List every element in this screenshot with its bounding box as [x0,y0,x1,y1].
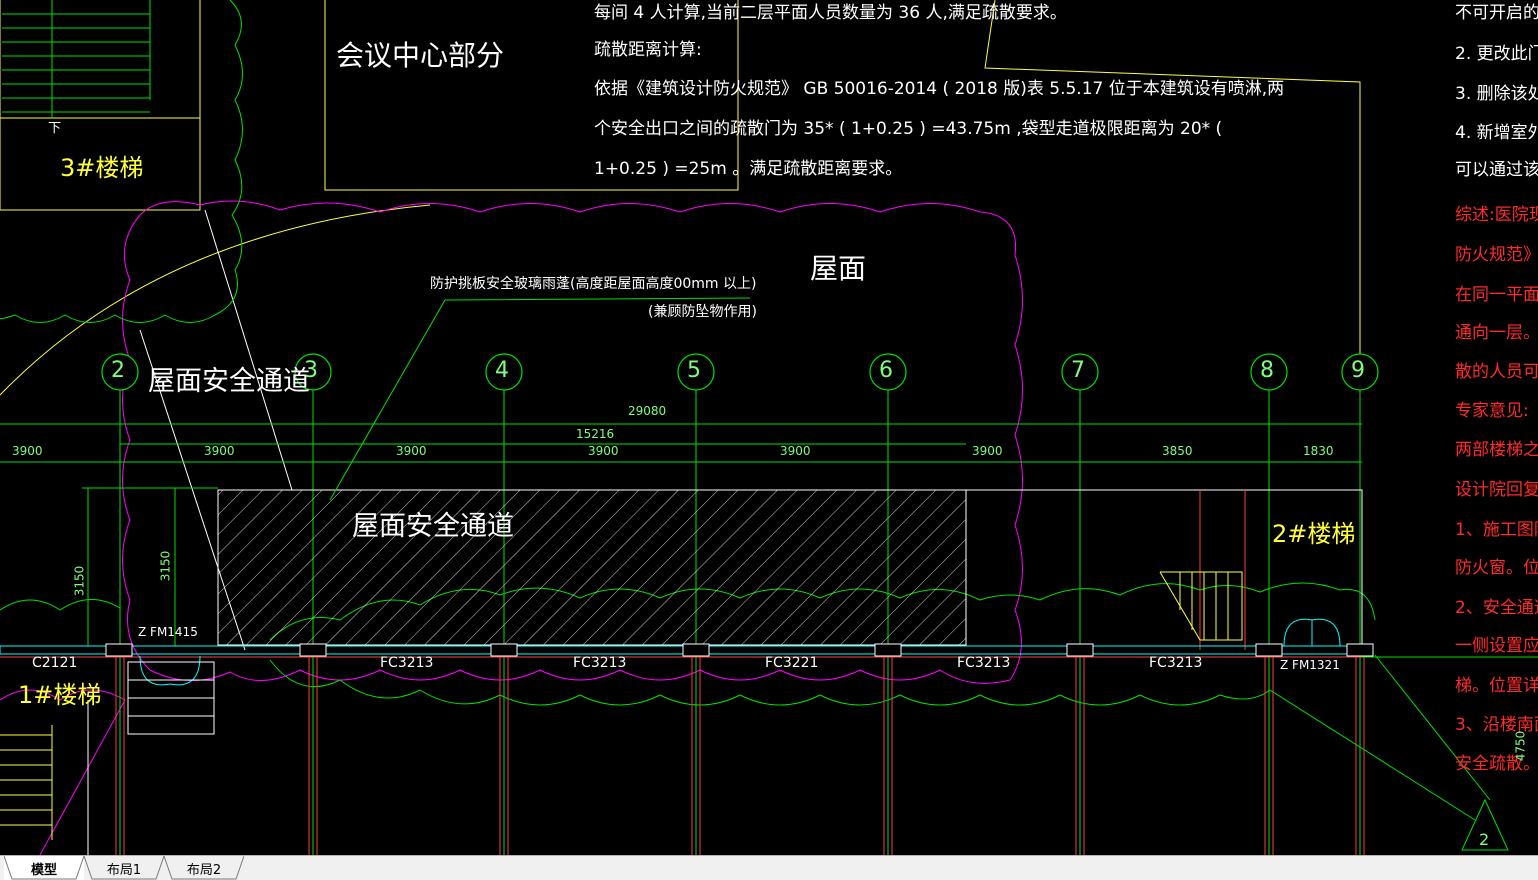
roof-title: 屋面 [810,252,867,285]
height-dim-2: 3150 [158,550,173,582]
stair-1-label: 1#楼梯 [18,681,102,709]
tab-layout-2[interactable]: 布局2 [164,856,244,880]
stair-3-label: 3#楼梯 [60,154,144,182]
red-note-5: 散的人员可以 [1455,362,1538,382]
axis-2: 2 [111,358,125,383]
red-note-10: 防火窗。位置 [1455,558,1538,578]
axis-3: 3 [304,358,318,383]
door-fm1321: Z FM1321 [1280,658,1340,672]
right-note-5: 可以通过该新 [1455,160,1538,180]
axis-6: 6 [879,358,893,383]
axis-9: 9 [1351,358,1365,383]
calc-line-2: 疏散距离计算: [594,40,702,60]
stair-2-label: 2#楼梯 [1272,520,1356,548]
tab-model[interactable]: 模型 [4,856,84,880]
right-note-1: 不可开启的审 [1455,3,1538,23]
red-note-6: 专家意见: [1455,401,1529,421]
dim-7: 3850 [1162,444,1193,458]
conference-title: 会议中心部分 [336,39,505,72]
layout-tab-bar: 模型 布局1 布局2 [0,855,1538,880]
dim-total-1: 29080 [628,404,667,418]
window-c2121: C2121 [32,655,78,671]
red-note-11: 2、安全通道 [1455,598,1538,618]
cad-model-space[interactable]: 每间 4 人计算,当前二层平面人员数量为 36 人,满足疏散要求。 疏散距离计算… [0,0,1538,855]
tab-layout-1[interactable]: 布局1 [84,856,164,880]
axis-5: 5 [687,358,701,383]
dim-6: 3900 [972,444,1003,458]
dim-total-2: 15216 [576,427,615,441]
height-dim-1: 3150 [72,565,87,597]
safety-passage-hatch [217,489,967,646]
calc-line-5: 1+0.25 ) =25m 。满足疏散距离要求。 [594,159,903,179]
canopy-note-2: (兼顾防坠物作用) [648,304,757,320]
right-note-4: 4. 新增室外 [1455,123,1538,143]
red-note-3: 在同一平面同 [1455,285,1538,305]
window-fc3213-3: FC3213 [957,655,1011,671]
stair-2 [1159,571,1243,641]
dim-1: 3900 [12,444,43,458]
window-fc3213-4: FC3213 [1149,655,1203,671]
axis-4: 4 [495,358,509,383]
red-note-1: 综述:医院现 [1455,205,1538,225]
calc-line-1: 每间 4 人计算,当前二层平面人员数量为 36 人,满足疏散要求。 [594,3,1067,23]
dim-8: 1830 [1303,444,1334,458]
dim-4: 3900 [588,444,619,458]
section-mark-label: 2 [1479,830,1490,849]
right-note-2: 2. 更改此门 [1455,44,1538,64]
window-fc3213-1: FC3213 [380,655,434,671]
roof-path-label-1: 屋面安全通道 [148,366,310,397]
side-dim: 4750 [1513,730,1528,762]
axis-7: 7 [1071,358,1085,383]
dim-3: 3900 [396,444,427,458]
stair-1 [0,725,53,840]
column-lines [0,650,1538,855]
window-fc3213-2: FC3213 [573,655,627,671]
axis-8: 8 [1260,358,1274,383]
red-note-4: 通向一层。故 [1455,323,1538,343]
dim-5: 3900 [780,444,811,458]
down-label: 下 [48,121,62,136]
calc-line-4: 个安全出口之间的疏散门为 35* ( 1+0.25 ) =43.75m ,袋型走… [594,119,1223,139]
calc-line-3: 依据《建筑设计防火规范》 GB 50016-2014 ( 2018 版)表 5.… [594,79,1285,99]
red-note-13: 梯。位置详见 [1455,676,1538,696]
red-note-9: 1、施工图防 [1455,520,1538,540]
red-note-7: 两部楼梯之间 [1455,440,1538,460]
dim-2: 3900 [204,444,235,458]
canopy-note-1: 防护挑板安全玻璃雨蓬(高度距屋面高度00mm 以上) [430,276,757,292]
red-note-8: 设计院回复: [1455,480,1538,500]
red-note-12: 一侧设置应急 [1455,636,1538,656]
red-note-2: 防火规范》 [1455,245,1538,265]
stair-3-treads [2,0,151,118]
door-fm1415: Z FM1415 [138,625,198,639]
window-fc3221: FC3221 [765,655,819,671]
window-wall [0,645,1363,655]
right-note-3: 3. 删除该处 [1455,84,1538,104]
roof-path-label-2: 屋面安全通道 [352,511,514,542]
